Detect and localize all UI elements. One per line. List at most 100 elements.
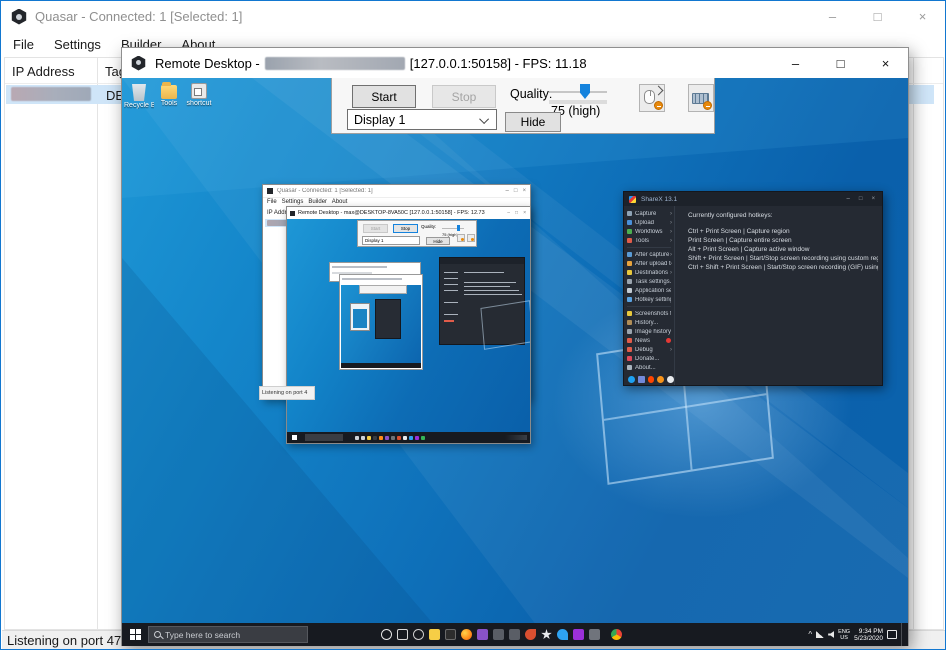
tray-expand-icon[interactable]: ^	[808, 630, 812, 639]
hotkeys-heading: Currently configured hotkeys:	[688, 212, 878, 219]
sharex-window: ShareX 13.1 –□× Capture› Upload› Workflo…	[623, 191, 883, 386]
sidebar-item-after-upload-tasks[interactable]: After upload tasks›	[624, 259, 674, 268]
quasar-app-icon	[131, 56, 146, 71]
maximize-button[interactable]: □	[855, 1, 900, 32]
app-blue-icon[interactable]	[557, 629, 568, 640]
mouse-input-toggle[interactable]	[639, 84, 665, 112]
quasar-titlebar: Quasar - Connected: 1 [Selected: 1] – □ …	[1, 1, 945, 32]
sharex-social-links	[628, 376, 674, 383]
quasar-app-icon	[11, 9, 27, 25]
sidebar-item-image-history[interactable]: Image history...	[624, 327, 674, 336]
cortana-icon[interactable]	[381, 629, 392, 640]
sidebar-item-workflows[interactable]: Workflows›	[624, 227, 674, 236]
show-desktop-button[interactable]	[901, 623, 904, 646]
nested-hide-button: Hide	[426, 237, 450, 245]
notification-icon[interactable]	[887, 630, 897, 639]
twitter-icon[interactable]	[628, 376, 635, 383]
quasar-app-icon	[290, 211, 295, 216]
github-icon[interactable]	[667, 376, 674, 383]
quality-slider-thumb[interactable]	[580, 84, 590, 99]
folder-icon	[161, 85, 177, 99]
bitcoin-icon[interactable]	[657, 376, 664, 383]
stop-button: Stop	[432, 85, 496, 108]
app-star-icon[interactable]	[541, 629, 552, 640]
sidebar-item-history[interactable]: History...	[624, 318, 674, 327]
system-tray[interactable]: ^ ENG US 9:34 PM 5/23/2020	[808, 623, 904, 646]
sidebar-item-destinations[interactable]: Destinations›	[624, 268, 674, 277]
language-indicator[interactable]: ENG US	[838, 629, 850, 641]
sidebar-item-after-capture-tasks[interactable]: After capture tasks›	[624, 250, 674, 259]
client-ip-redacted	[11, 87, 91, 101]
column-divider	[913, 58, 914, 629]
terminal-icon[interactable]	[445, 629, 456, 640]
sidebar-item-hotkey-settings[interactable]: Hotkey settings...	[624, 295, 674, 304]
column-ip-address[interactable]: IP Address	[12, 64, 75, 79]
volume-icon[interactable]	[828, 631, 834, 638]
start-button-windows[interactable]	[130, 629, 141, 640]
close-button[interactable]: ×	[863, 48, 908, 78]
nested-taskbar	[287, 432, 530, 443]
chevron-down-icon	[479, 114, 489, 124]
settings-icon[interactable]	[413, 629, 424, 640]
app-icon[interactable]	[493, 629, 504, 640]
menu-settings[interactable]: Settings	[44, 33, 111, 56]
mouse-icon	[644, 90, 655, 104]
nested-start-icon	[292, 435, 297, 440]
app-purple-icon[interactable]	[573, 629, 584, 640]
discord-icon[interactable]	[638, 376, 645, 383]
sidebar-item-capture[interactable]: Capture›	[624, 209, 674, 218]
nested-quasar-titlebar: Quasar - Connected: 1 [Selected: 1] –□×	[263, 185, 530, 198]
chrome-icon[interactable]	[611, 629, 622, 640]
sidebar-item-upload[interactable]: Upload›	[624, 218, 674, 227]
task-view-icon[interactable]	[397, 629, 408, 640]
desktop-icon-shortcut[interactable]: shortcut	[184, 81, 214, 107]
sharex-hotkeys-panel: Currently configured hotkeys: Ctrl + Pri…	[688, 206, 878, 381]
clock[interactable]: 9:34 PM 5/23/2020	[854, 628, 883, 642]
column-divider	[97, 58, 98, 629]
remote-taskbar[interactable]: Type here to search	[122, 623, 908, 646]
app-icon[interactable]	[509, 629, 520, 640]
divider	[627, 247, 671, 248]
app-gray-icon[interactable]	[589, 629, 600, 640]
display-select[interactable]: Display 1	[347, 109, 497, 130]
quasar-app-icon	[267, 188, 273, 194]
nested-keyboard-toggle	[467, 234, 475, 242]
firefox-icon[interactable]	[461, 629, 472, 640]
minimize-button[interactable]: –	[810, 1, 855, 32]
sidebar-item-donate[interactable]: Donate...	[624, 354, 674, 363]
recycle-bin-icon	[129, 81, 149, 101]
nested-search-box	[305, 434, 343, 441]
minimize-button[interactable]: –	[773, 48, 818, 78]
taskbar-search[interactable]: Type here to search	[148, 626, 308, 643]
sidebar-item-screenshots-folder[interactable]: Screenshots folder...	[624, 309, 674, 318]
sharex-titlebar: ShareX 13.1 –□×	[624, 192, 882, 206]
file-explorer-icon[interactable]	[429, 629, 440, 640]
nested-rd-titlebar: Remote Desktop - max@DESKTOP-8VA50C [127…	[287, 207, 530, 219]
sharex-title: ShareX 13.1	[641, 196, 677, 203]
sidebar-item-news[interactable]: News	[624, 336, 674, 345]
menu-file[interactable]: File	[3, 33, 44, 56]
start-button[interactable]: Start	[352, 85, 416, 108]
reddit-icon[interactable]	[648, 376, 655, 383]
sidebar-item-task-settings[interactable]: Task settings...	[624, 277, 674, 286]
remote-screen-view[interactable]: Recycle Bin Tools shortcut Quasar - Conn…	[122, 78, 908, 646]
maximize-button[interactable]: □	[818, 48, 863, 78]
desktop-icon-recycle-bin[interactable]: Recycle Bin	[124, 81, 154, 109]
nested-status-bar: Listening on port 4	[259, 386, 315, 400]
keyboard-input-toggle[interactable]	[688, 84, 714, 112]
nested-display-select: Display 1	[362, 236, 420, 245]
nested-slider-thumb	[457, 225, 460, 231]
sidebar-item-debug[interactable]: Debug›	[624, 345, 674, 354]
app-red-icon[interactable]	[525, 629, 536, 640]
shortcut-icon	[191, 83, 207, 99]
sidebar-item-about[interactable]: About...	[624, 363, 674, 372]
desktop-icon-tools[interactable]: Tools	[154, 81, 184, 107]
hide-button[interactable]: Hide	[505, 112, 561, 132]
network-icon[interactable]	[816, 631, 824, 638]
sidebar-item-application-settings[interactable]: Application settings...	[624, 286, 674, 295]
close-button[interactable]: ×	[900, 1, 945, 32]
sidebar-item-tools[interactable]: Tools›	[624, 236, 674, 245]
vscode-icon[interactable]	[477, 629, 488, 640]
hotkey-line: Shift + Print Screen | Start/Stop screen…	[688, 254, 878, 263]
quality-slider[interactable]	[549, 91, 607, 93]
